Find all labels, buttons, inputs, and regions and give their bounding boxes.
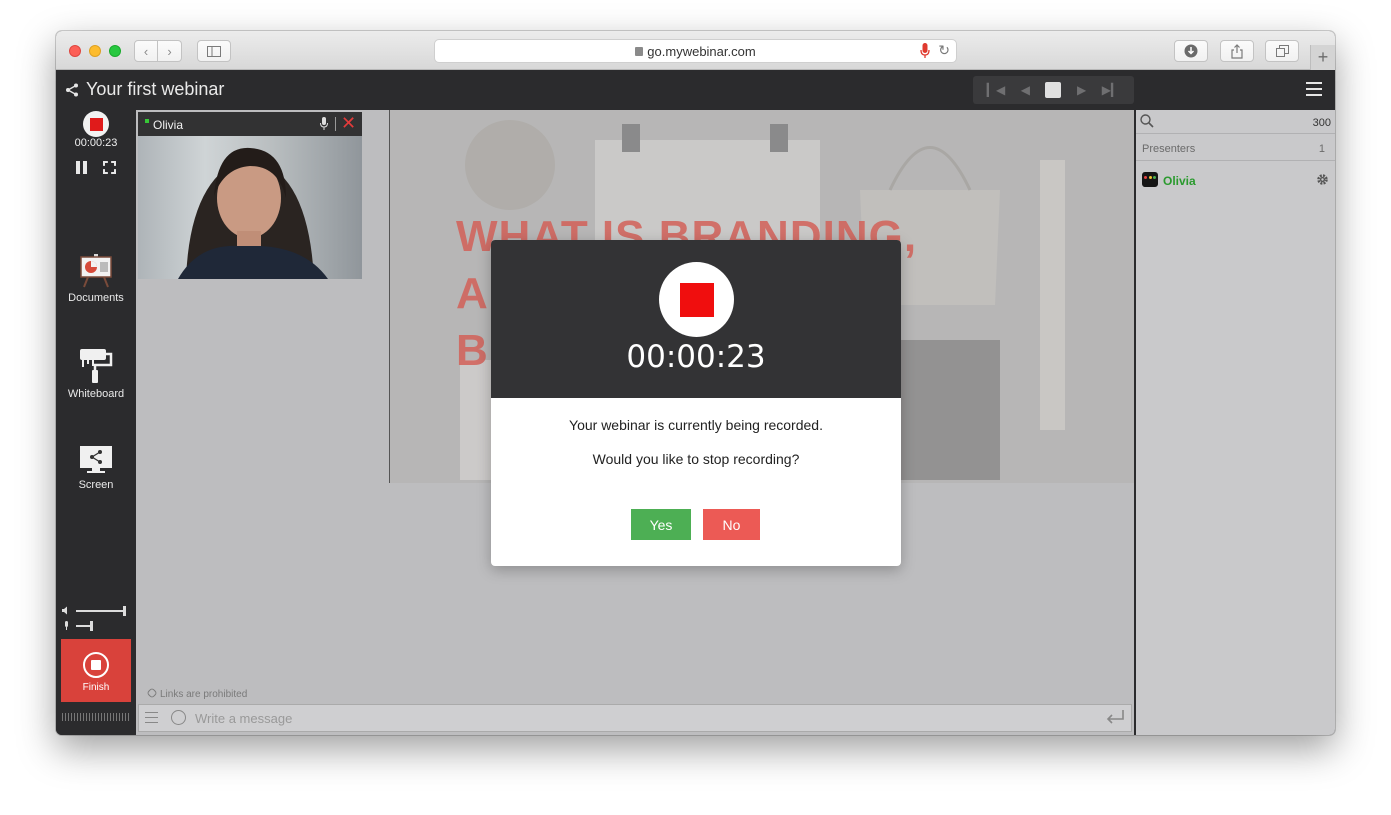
tool-whiteboard[interactable]: Whiteboard <box>56 348 136 400</box>
record-indicator-icon[interactable] <box>83 111 109 137</box>
sidebar-toggle-button[interactable] <box>197 40 231 62</box>
presentation-easel-icon <box>80 254 112 288</box>
webinar-title: Your first webinar <box>86 79 225 99</box>
recording-time: 00:00:23 <box>74 137 118 149</box>
mic-volume-slider[interactable] <box>62 621 128 631</box>
mic-icon[interactable] <box>920 43 930 59</box>
presenter-video-image <box>178 147 328 279</box>
forward-button[interactable]: › <box>158 40 182 62</box>
finish-label: Finish <box>82 682 110 693</box>
close-icon[interactable]: ✕ <box>341 113 356 134</box>
yes-button[interactable]: Yes <box>631 509 691 540</box>
presenters-heading: Presenters <box>1142 143 1196 155</box>
presenter-name[interactable]: Olivia <box>1163 174 1196 188</box>
left-toolbar: 00:00:23 Documents Whiteboard Screen Fin… <box>56 110 136 735</box>
webcam-titlebar: Olivia ✕ <box>138 112 362 136</box>
no-button[interactable]: No <box>703 509 760 540</box>
finish-button[interactable]: Finish <box>61 639 131 702</box>
next-slide-icon[interactable]: ▶ <box>1077 83 1086 97</box>
stop-circle-icon <box>83 652 109 678</box>
speaker-icon <box>62 606 67 615</box>
live-indicator-icon <box>145 119 149 123</box>
address-bar[interactable]: go.mywebinar.com ↻ <box>434 39 957 63</box>
links-note: Links are prohibited <box>146 687 247 700</box>
resize-grip[interactable] <box>62 713 130 721</box>
app-header: Your first webinar ▎◀ ◀ ▶ ▶▎ <box>56 70 1335 110</box>
microphone-icon[interactable] <box>320 117 328 130</box>
enter-icon[interactable] <box>1105 709 1125 725</box>
share-button[interactable] <box>1220 40 1254 62</box>
tool-documents[interactable]: Documents <box>56 254 136 304</box>
fullscreen-icon[interactable] <box>103 161 116 174</box>
tool-label: Whiteboard <box>67 388 125 400</box>
record-icon <box>659 262 734 337</box>
emoji-icon[interactable] <box>171 710 186 725</box>
new-tab-icon: + <box>1317 47 1329 67</box>
menu-icon[interactable] <box>1306 82 1322 96</box>
chat-menu-icon[interactable] <box>145 712 158 724</box>
browser-window: ‹ › go.mywebinar.com ↻ + Your first webi… <box>56 31 1335 735</box>
presenters-count: 1 <box>1318 143 1325 155</box>
stop-recording-dialog: 00:00:23 Your webinar is currently being… <box>491 240 901 566</box>
chat-message-input[interactable]: Write a message <box>195 711 292 726</box>
share-icon <box>1231 43 1243 59</box>
dialog-question: Would you like to stop recording? <box>592 451 800 467</box>
webcam-video <box>138 136 362 279</box>
prev-slide-icon[interactable]: ◀ <box>1021 83 1030 97</box>
webcam-presenter-name: Olivia <box>153 118 184 132</box>
back-icon: ‹ <box>143 43 149 59</box>
reload-icon[interactable]: ↻ <box>938 42 950 59</box>
download-icon <box>1184 44 1198 58</box>
forward-icon: › <box>167 43 172 59</box>
close-window-button[interactable] <box>69 45 81 57</box>
download-button[interactable] <box>1174 40 1208 62</box>
minimize-window-button[interactable] <box>89 45 101 57</box>
screen-share-icon <box>80 446 112 473</box>
chat-bar: Write a message <box>138 704 1132 732</box>
share-icon[interactable] <box>65 83 79 97</box>
last-slide-icon[interactable]: ▶▎ <box>1102 83 1120 97</box>
participants-panel: 300 Presenters 1 Olivia <box>1134 110 1335 735</box>
microphone-icon <box>65 621 68 630</box>
dialog-message: Your webinar is currently being recorded… <box>569 417 823 433</box>
lock-icon <box>635 47 644 56</box>
avatar <box>1142 172 1158 187</box>
tool-label: Documents <box>68 292 124 304</box>
tab-overview-button[interactable] <box>1265 40 1299 62</box>
zoom-window-button[interactable] <box>109 45 121 57</box>
first-slide-icon[interactable]: ▎◀ <box>987 83 1005 97</box>
dialog-recording-time: 00:00:23 <box>626 339 766 375</box>
pause-icon[interactable] <box>76 161 88 174</box>
paint-roller-icon <box>80 349 113 383</box>
tabs-icon <box>1275 45 1289 57</box>
dialog-header: 00:00:23 <box>491 240 901 398</box>
sidebar-icon <box>207 45 221 57</box>
new-tab-button[interactable]: + <box>1310 45 1335 70</box>
link-icon <box>146 687 158 699</box>
back-button[interactable]: ‹ <box>134 40 158 62</box>
participant-count: 300 <box>1312 117 1331 129</box>
browser-toolbar: ‹ › go.mywebinar.com ↻ + <box>56 31 1335 70</box>
speaker-volume-slider[interactable] <box>62 606 128 616</box>
tool-label: Screen <box>78 479 114 491</box>
url-text: go.mywebinar.com <box>647 44 756 59</box>
tool-screen[interactable]: Screen <box>56 445 136 491</box>
search-icon[interactable] <box>1140 114 1154 128</box>
slide-controls: ▎◀ ◀ ▶ ▶▎ <box>973 76 1134 104</box>
stop-icon[interactable] <box>1045 82 1062 98</box>
gear-icon[interactable] <box>1316 173 1329 186</box>
webcam-panel: Olivia ✕ <box>138 112 362 279</box>
